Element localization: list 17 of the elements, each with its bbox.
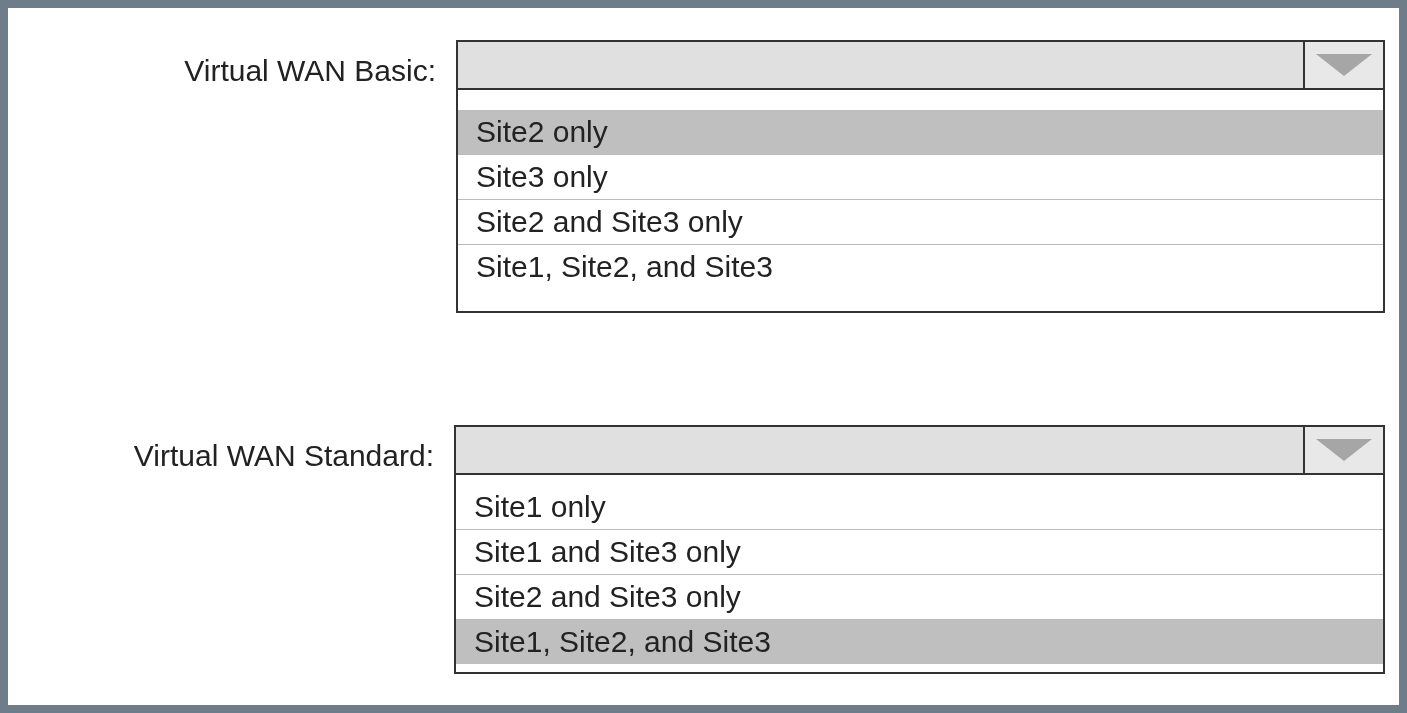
dropdown-label: Virtual WAN Standard: <box>132 439 435 473</box>
caret-icon <box>1316 439 1372 461</box>
dropdown-header[interactable] <box>456 427 1383 475</box>
dropdown-option[interactable]: Site3 only <box>458 155 1383 200</box>
dropdown-option[interactable]: Site2 and Site3 only <box>458 200 1383 245</box>
dropdown-list[interactable]: Site1 only Site1 and Site3 only Site2 and Site3 only Site1, Site2, and Site3 <box>454 425 1385 674</box>
dropdown-arrow-button[interactable] <box>1303 427 1383 473</box>
caret-icon <box>1316 54 1372 76</box>
dropdown-option[interactable]: Site2 only <box>458 110 1383 155</box>
dropdown-option[interactable]: Site1, Site2, and Site3 <box>456 620 1383 664</box>
dropdown-option[interactable]: Site1, Site2, and Site3 <box>458 245 1383 289</box>
dropdown-label: Virtual WAN Basic: <box>183 54 437 88</box>
dropdown-list[interactable]: Site2 only Site3 only Site2 and Site3 only Site1, Site2, and Site3 <box>456 40 1385 313</box>
dropdown-arrow-button[interactable] <box>1303 42 1383 88</box>
dropdown-header[interactable] <box>458 42 1383 90</box>
dropdown-option[interactable]: Site1 and Site3 only <box>456 530 1383 575</box>
dropdown-option[interactable]: Site1 only <box>456 485 1383 530</box>
